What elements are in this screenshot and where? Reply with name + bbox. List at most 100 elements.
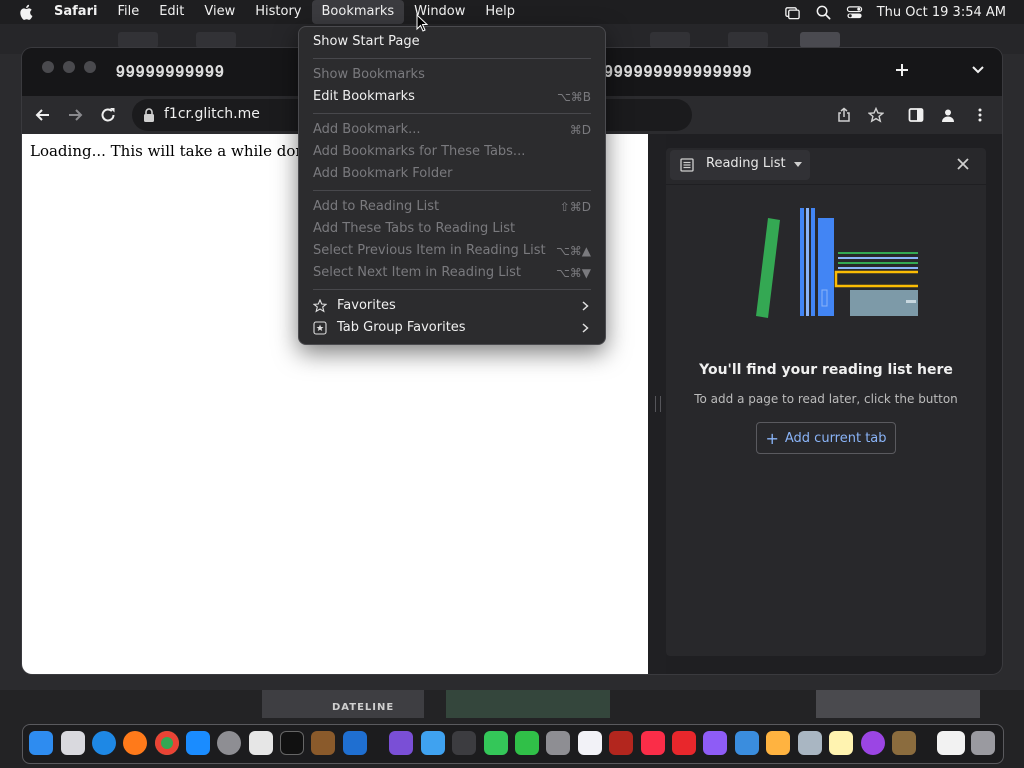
shortcut-label: ⌘D (569, 123, 591, 137)
menu-bar-clock[interactable]: Thu Oct 19 3:54 AM (877, 5, 1006, 20)
add-current-tab-label: Add current tab (784, 430, 887, 446)
window-controls (42, 61, 96, 73)
side-panel-resize-handle[interactable] (648, 134, 666, 674)
visual-studio-icon[interactable] (389, 731, 413, 755)
minimize-window-button[interactable] (63, 61, 75, 73)
minimized-window-icon[interactable] (937, 731, 965, 755)
menu-item-add-tabs-to-reading-list[interactable]: Add These Tabs to Reading List (313, 218, 591, 240)
app-store-icon[interactable] (186, 731, 210, 755)
vscode-icon[interactable] (343, 731, 367, 755)
resize-grip[interactable] (655, 396, 661, 412)
forward-arrow-icon[interactable] (66, 106, 84, 124)
menu-item-add-bookmark[interactable]: Add Bookmark... ⌘D (313, 119, 591, 141)
chrome-icon[interactable] (155, 731, 179, 755)
close-icon[interactable] (956, 157, 970, 171)
screen-mirroring-icon[interactable] (784, 4, 801, 21)
tab-title[interactable]: 𝟗𝟗𝟗𝟗𝟗𝟗𝟗𝟗𝟗𝟗𝟗 (116, 62, 225, 82)
spotlight-search-icon[interactable] (815, 4, 832, 21)
archive-utility-icon[interactable] (892, 731, 916, 755)
shortcut-label: ⌥⌘▲ (555, 244, 591, 258)
calculator-icon[interactable] (546, 731, 570, 755)
menu-app-safari[interactable]: Safari (54, 0, 107, 24)
facetime-icon[interactable] (515, 731, 539, 755)
bookmark-star-icon[interactable] (868, 107, 884, 123)
menu-window[interactable]: Window (404, 0, 475, 24)
audio-app-icon[interactable] (452, 731, 476, 755)
profile-avatar-icon[interactable] (940, 107, 956, 123)
system-settings-icon[interactable] (217, 731, 241, 755)
menu-item-tab-group-favorites[interactable]: Tab Group Favorites (313, 317, 591, 339)
add-current-tab-button[interactable]: + Add current tab (756, 422, 896, 454)
reload-icon[interactable] (99, 106, 117, 124)
finder-icon[interactable] (29, 731, 53, 755)
garageband-icon[interactable] (311, 731, 335, 755)
messages-icon[interactable] (484, 731, 508, 755)
menu-item-show-start-page[interactable]: Show Start Page (313, 31, 591, 53)
control-center-icon[interactable] (846, 4, 863, 21)
menu-history[interactable]: History (245, 0, 311, 24)
keynote-icon[interactable] (735, 731, 759, 755)
purple-app-icon[interactable] (703, 731, 727, 755)
background-tab (118, 32, 158, 48)
more-menu-icon[interactable] (972, 107, 988, 123)
back-arrow-icon[interactable] (34, 106, 52, 124)
terminal-icon[interactable] (280, 731, 304, 755)
menu-item-favorites[interactable]: Favorites (313, 295, 591, 317)
launchpad-icon[interactable] (61, 731, 85, 755)
macos-dock (22, 724, 1004, 764)
reading-list-icon (680, 158, 694, 172)
empty-state-title: You'll find your reading list here (699, 362, 953, 378)
trash-icon[interactable] (971, 731, 995, 755)
home-icon[interactable] (766, 731, 790, 755)
url-text[interactable]: f1cr.glitch.me (164, 106, 260, 122)
menu-separator (313, 289, 591, 290)
side-panel-icon[interactable] (908, 107, 924, 123)
menu-file[interactable]: File (107, 0, 149, 24)
shortcut-label: ⌥⌘▼ (555, 266, 591, 280)
close-window-button[interactable] (42, 61, 54, 73)
notes-icon[interactable] (829, 731, 853, 755)
menu-bar-extras: Thu Oct 19 3:54 AM (784, 0, 1006, 24)
textedit-icon[interactable] (249, 731, 273, 755)
menu-edit[interactable]: Edit (149, 0, 194, 24)
tab-group-star-icon (313, 321, 327, 335)
zoom-window-button[interactable] (84, 61, 96, 73)
menu-help[interactable]: Help (475, 0, 525, 24)
tab-search-chevron-icon[interactable] (970, 62, 986, 78)
lock-icon[interactable] (142, 107, 156, 123)
menu-bookmarks[interactable]: Bookmarks (311, 0, 405, 24)
menu-view[interactable]: View (194, 0, 245, 24)
submenu-chevron-icon (582, 323, 589, 333)
reading-list-side-panel: Reading List You'll find your reading li… (666, 148, 986, 656)
new-tab-plus-icon[interactable] (892, 60, 912, 80)
firefox-icon[interactable] (123, 731, 147, 755)
page-loading-text: Loading... This will take a while don't … (30, 142, 330, 160)
window-thumbnail[interactable]: DATELINE (262, 690, 424, 718)
bookmarks-dropdown-menu: Show Start Page Show Bookmarks Edit Book… (298, 26, 606, 345)
apple-logo-icon[interactable] (18, 3, 36, 21)
menu-item-edit-bookmarks[interactable]: Edit Bookmarks ⌥⌘B (313, 86, 591, 108)
window-thumbnail[interactable] (446, 690, 610, 718)
window-thumbnail[interactable] (816, 690, 980, 718)
news-icon[interactable] (641, 731, 665, 755)
freeform-icon[interactable] (578, 731, 602, 755)
menu-item-add-to-reading-list[interactable]: Add to Reading List ⇧⌘D (313, 196, 591, 218)
dictionary-icon[interactable] (609, 731, 633, 755)
tab-title[interactable]: 𝟗𝟗𝟗𝟗𝟗𝟗𝟗𝟗𝟗𝟗𝟗𝟗𝟗𝟗𝟗 (604, 62, 752, 82)
preview-icon[interactable] (798, 731, 822, 755)
onedrive-icon[interactable] (421, 731, 445, 755)
side-panel-selector[interactable]: Reading List (670, 150, 810, 180)
background-tab (196, 32, 236, 48)
menu-separator (313, 113, 591, 114)
menu-item-select-previous-reading-item[interactable]: Select Previous Item in Reading List ⌥⌘▲ (313, 240, 591, 262)
menu-item-add-bookmark-folder[interactable]: Add Bookmark Folder (313, 163, 591, 185)
empty-state-description: To add a page to read later, click the b… (694, 392, 958, 406)
menu-item-add-bookmarks-for-tabs[interactable]: Add Bookmarks for These Tabs... (313, 141, 591, 163)
podcasts-icon[interactable] (861, 731, 885, 755)
empty-reading-list-illustration (756, 208, 918, 318)
safari-icon[interactable] (92, 731, 116, 755)
menu-item-show-bookmarks[interactable]: Show Bookmarks (313, 64, 591, 86)
share-icon[interactable] (836, 107, 852, 123)
red-app-icon[interactable] (672, 731, 696, 755)
menu-item-select-next-reading-item[interactable]: Select Next Item in Reading List ⌥⌘▼ (313, 262, 591, 284)
